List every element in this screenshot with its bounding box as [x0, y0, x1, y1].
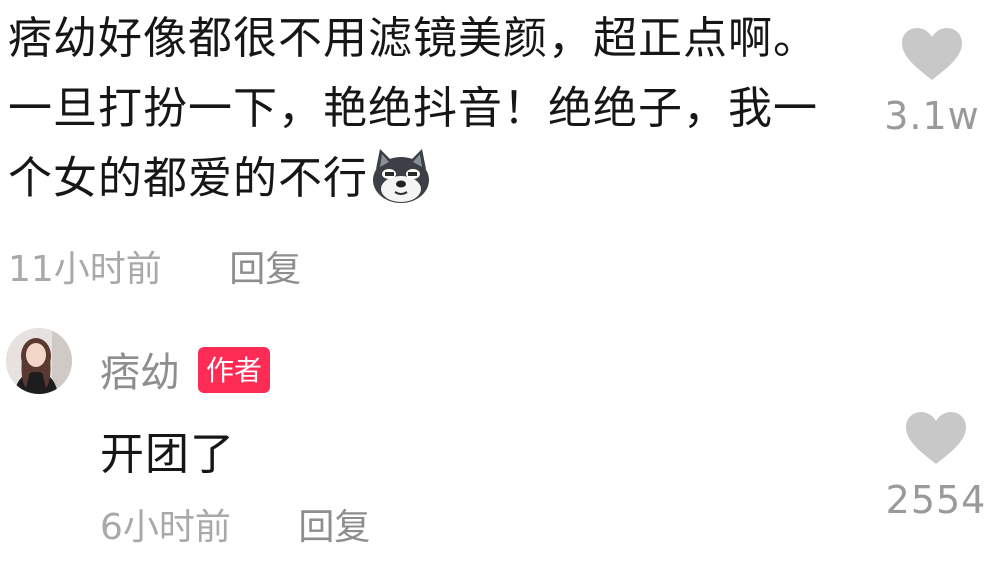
heart-icon: [902, 28, 962, 80]
author-reply-meta: 6小时前 回复: [100, 498, 370, 550]
comment-time: 11小时前: [8, 249, 162, 290]
comment-reply-button[interactable]: 回复: [229, 249, 301, 290]
wolf-emoji-icon: [373, 149, 429, 203]
avatar[interactable]: [6, 328, 72, 394]
avatar-image: [6, 328, 72, 394]
author-badge: 作者: [198, 347, 271, 393]
comment-meta: 11小时前 回复: [8, 240, 301, 292]
author-reply-reply-button[interactable]: 回复: [298, 507, 370, 548]
comment-like-button[interactable]: 3.1w: [872, 26, 992, 138]
comment-like-count: 3.1w: [884, 94, 980, 138]
heart-icon: [906, 412, 966, 464]
author-username-row: 痞幼 作者: [100, 340, 271, 398]
author-username[interactable]: 痞幼: [100, 350, 180, 396]
author-reply-time: 6小时前: [100, 507, 231, 548]
comment-text: 痞幼好像都很不用滤镜美颜，超正点啊。一旦打扮一下，艳绝抖音！绝绝子，我一个女的都…: [8, 4, 838, 214]
author-reply-text: 开团了: [100, 429, 235, 480]
author-reply-like-button[interactable]: 2554: [876, 410, 996, 522]
author-reply-like-count: 2554: [885, 478, 987, 522]
